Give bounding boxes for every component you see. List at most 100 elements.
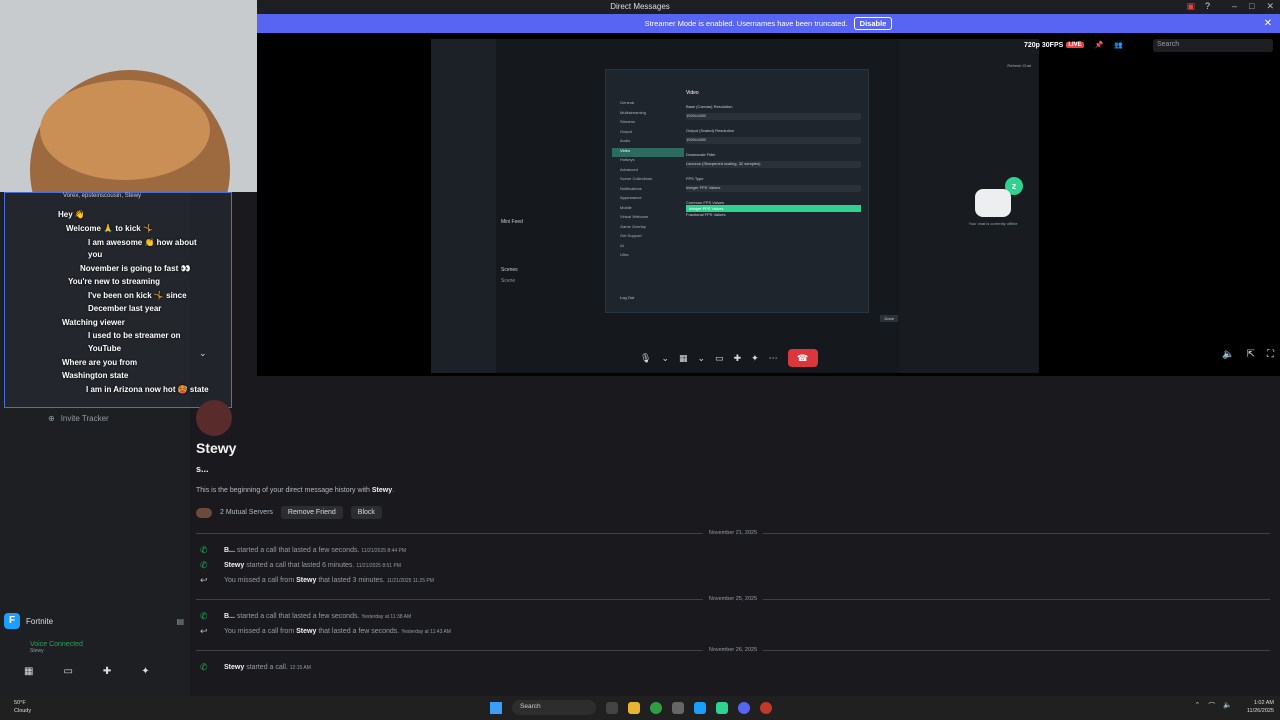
screen-share-icon[interactable]: ▭	[715, 353, 724, 364]
obs-menu-item: Streams	[620, 119, 635, 124]
call-message: ✆ B... started a call that lasted a few s…	[200, 545, 406, 556]
obs-menu-item: Mobile	[620, 204, 632, 210]
close-banner-icon[interactable]: ✕	[1264, 18, 1272, 29]
members-icon[interactable]: 👥	[1114, 41, 1123, 49]
popout-icon[interactable]: ⇱	[1247, 349, 1255, 360]
volume-icon[interactable]: 🔈	[1222, 349, 1234, 360]
chevron-down-icon[interactable]: ⌄	[199, 348, 207, 359]
obs-chat-panel: z Your chat is currently offline Refresh…	[899, 39, 1039, 373]
video-section-title: Video	[686, 90, 699, 96]
activities-icon[interactable]: ✚	[103, 666, 111, 677]
call-user[interactable]: Stewy	[296, 577, 316, 584]
call-user[interactable]: Stewy	[296, 628, 316, 635]
call-user[interactable]: Stewy	[224, 562, 244, 569]
call-icon: ✆	[200, 611, 208, 621]
obs-menu-item: Output	[620, 128, 633, 134]
call-icon: ✆	[200, 560, 208, 570]
call-message-text: Stewy started a call that lasted 6 minut…	[224, 562, 401, 569]
stream-quality-badge: 720p 30FPS LIVE 📌 👥	[1024, 41, 1123, 50]
chat-line: I used to be streamer on	[88, 331, 181, 340]
invite-tracker-label: Invite Tracker	[60, 414, 109, 423]
scene-item: Scene	[501, 278, 516, 284]
chrome-icon[interactable]	[650, 701, 662, 714]
search-placeholder: Search	[1157, 41, 1180, 48]
invite-tracker-item[interactable]: ⊕ Invite Tracker	[48, 414, 109, 423]
voice-status[interactable]: Voice Connected Stewy	[30, 641, 184, 654]
call-message: ↩ You missed a call from Stewy that laste…	[200, 626, 451, 637]
discord-icon[interactable]	[738, 701, 750, 714]
chevron-down-icon[interactable]: ⌄	[661, 353, 669, 364]
screen-share-icon[interactable]: ▭	[63, 666, 72, 677]
chevron-up-icon[interactable]: ⌃	[1194, 701, 1200, 711]
system-tray: ⌃ ⌒ 🔈	[1194, 701, 1232, 711]
soundboard-icon[interactable]: ✦	[141, 666, 149, 677]
chat-line: Welcome 🙏 to kick 🤸	[66, 224, 153, 233]
task-view-icon[interactable]	[606, 701, 618, 714]
shared-screen: z Your chat is currently offline Refresh…	[431, 39, 1039, 373]
minimize-button[interactable]: –	[1232, 1, 1237, 12]
missed-call-icon: ↩	[200, 575, 208, 585]
fps-type-field: Integer FPS Values	[686, 185, 861, 192]
obs-settings-dialog: General Multistreaming Streams Output Audio V…	[605, 69, 898, 322]
app-icon[interactable]	[760, 701, 772, 714]
close-window-button[interactable]: ✕	[1266, 1, 1274, 12]
call-text: started a call that lasted a few seconds…	[236, 613, 360, 620]
fortnite-taskbar-icon[interactable]	[694, 701, 706, 714]
downscale-filter-label: Downscale Filter	[686, 152, 716, 157]
voice-status-label: Voice Connected	[30, 641, 83, 648]
mini-feed: Mini Feed Scenes Scene	[501, 219, 601, 284]
clock[interactable]: 1:02 AM 11/26/2025	[1247, 699, 1274, 715]
more-icon[interactable]: ⋯	[769, 353, 778, 364]
mini-feed-label: Mini Feed	[501, 219, 523, 225]
end-call-button[interactable]: ☎	[787, 349, 818, 367]
fps-dropdown-option-selected: Integer FPS Values	[686, 205, 861, 212]
mutual-servers-link[interactable]: 2 Mutual Servers	[220, 509, 273, 516]
voice-actions: ▦ ▭ ✚ ✦	[24, 666, 184, 677]
stream-view[interactable]: z Your chat is currently offline Refresh…	[257, 33, 1280, 376]
obs-menu-item: Ultra	[620, 252, 629, 257]
obs-menu-item: General	[620, 100, 635, 105]
epic-games-icon[interactable]	[672, 701, 684, 714]
fps-dropdown-option: Fractional FPS Values	[686, 212, 726, 217]
invite-icon: ⊕	[48, 414, 55, 423]
camera-off-icon[interactable]: ▦	[679, 353, 688, 364]
chat-line: November is going to fast 👀	[80, 264, 191, 273]
inbox-icon[interactable]: ▣	[1186, 1, 1195, 12]
chevron-down-icon[interactable]: ⌄	[698, 353, 706, 364]
windows-start-icon[interactable]	[490, 701, 502, 714]
microphone-icon[interactable]: 🎙	[640, 353, 651, 364]
taskbar-search[interactable]: Search	[512, 700, 596, 715]
block-button[interactable]: Block	[350, 506, 382, 519]
file-explorer-icon[interactable]	[628, 701, 640, 714]
offline-chat: Your chat is currently offline	[963, 189, 1023, 226]
pin-icon[interactable]: 📌	[1095, 41, 1104, 49]
call-text: started a call.	[246, 664, 288, 671]
soundboard-icon[interactable]: ✦	[751, 353, 759, 364]
camera-off-icon[interactable]: ▦	[24, 666, 33, 677]
weather-widget[interactable]: 50°F Cloudy	[14, 699, 31, 715]
avatar[interactable]	[196, 400, 232, 436]
call-user[interactable]: B...	[224, 547, 235, 554]
volume-icon[interactable]: 🔈	[1223, 701, 1232, 711]
remove-friend-button[interactable]: Remove Friend	[280, 506, 343, 519]
call-message: ✆ B... started a call that lasted a few s…	[200, 611, 411, 622]
missed-call-prefix: You missed a call from	[224, 577, 295, 584]
disable-button[interactable]: Disable	[853, 17, 893, 30]
call-controls: 🎙 ⌄ ▦ ⌄ ▭ ✚ ✦ ⋯ ☎	[640, 349, 818, 367]
activities-icon[interactable]: ✚	[734, 353, 742, 364]
call-user[interactable]: Stewy	[224, 664, 244, 671]
fullscreen-icon[interactable]: ⛶	[1267, 349, 1274, 360]
call-timestamp: 11/21/2025 8:51 PM	[356, 563, 401, 569]
base-resolution-field: 1920x1080	[686, 113, 861, 120]
output-resolution-field: 1920x1080	[686, 137, 861, 144]
call-user[interactable]: B...	[224, 613, 235, 620]
wifi-icon[interactable]: ⌒	[1208, 701, 1215, 711]
stream-view-controls: 🔈 ⇱ ⛶	[1222, 349, 1274, 360]
search-input[interactable]: Search	[1153, 39, 1273, 52]
dm-username: Stewy	[196, 440, 237, 456]
maximize-button[interactable]: □	[1249, 1, 1254, 12]
server-row[interactable]: F Fortnite ▤	[4, 611, 184, 631]
help-icon[interactable]: ?	[1205, 1, 1210, 12]
activity-icon[interactable]: ▤	[176, 617, 184, 626]
obs-icon[interactable]	[716, 701, 728, 714]
